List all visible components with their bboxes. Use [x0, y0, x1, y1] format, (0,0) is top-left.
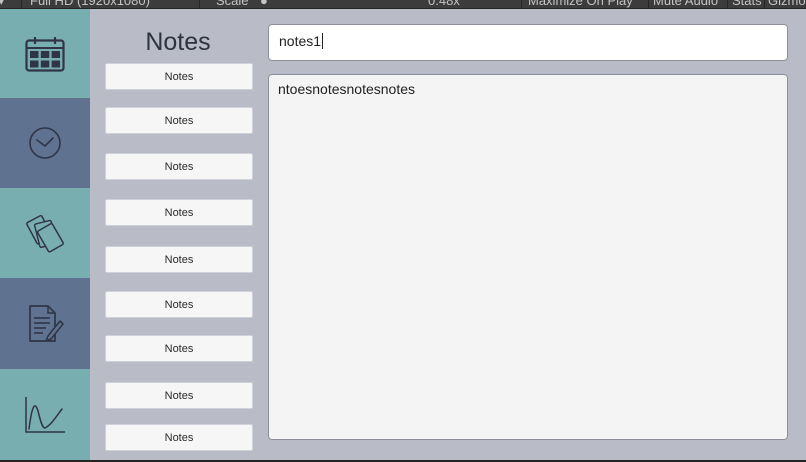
note-list-item[interactable]: Notes — [105, 246, 253, 273]
note-editor: notes1 ntoesnotesnotesnotes — [262, 9, 806, 460]
graph-icon — [25, 396, 65, 433]
stats-toggle[interactable]: Stats — [732, 0, 762, 8]
scale-value: 0.48x — [428, 0, 460, 8]
nav-stats[interactable] — [0, 369, 90, 460]
notes-list-panel: Notes Notes Notes Notes Notes Notes Note… — [90, 9, 262, 460]
resolution-dropdown[interactable]: Full HD (1920x1080) — [30, 0, 150, 8]
note-list-item[interactable]: Notes — [105, 291, 253, 318]
note-list-item[interactable]: Notes — [105, 382, 253, 409]
text-caret — [322, 33, 324, 49]
toolbar-fragment: ▾ — [0, 0, 5, 8]
note-title-value: notes1 — [279, 33, 322, 49]
note-list-item[interactable]: Notes — [105, 153, 253, 180]
maximize-on-play-toggle[interactable]: Maximize On Play — [528, 0, 633, 8]
editor-toolbar: ▾ Full HD (1920x1080) Scale ● 0.48x Maxi… — [0, 0, 806, 9]
gizmos-dropdown[interactable]: Gizmos — [768, 0, 806, 8]
note-list-item[interactable]: Notes — [105, 199, 253, 226]
calendar-icon — [25, 36, 65, 72]
note-body-value: ntoesnotesnotesnotes — [278, 81, 415, 97]
note-list-item[interactable]: Notes — [105, 335, 253, 362]
nav-clock[interactable] — [0, 98, 90, 188]
clock-icon — [29, 127, 61, 159]
mute-audio-toggle[interactable]: Mute Audio — [653, 0, 718, 8]
note-list-item[interactable]: Notes — [105, 107, 253, 134]
note-title-input[interactable]: notes1 — [268, 24, 788, 61]
scale-slider-knob[interactable]: ● — [260, 0, 268, 8]
nav-notes[interactable] — [0, 278, 90, 369]
scale-label: Scale — [216, 0, 249, 8]
side-navigation — [0, 9, 90, 460]
note-list-item[interactable]: Notes — [105, 424, 253, 451]
note-body-textarea[interactable]: ntoesnotesnotesnotes — [268, 74, 788, 440]
nav-cards[interactable] — [0, 188, 90, 278]
notes-list-title: Notes — [145, 28, 211, 56]
note-list-item[interactable]: Notes — [105, 63, 253, 90]
nav-calendar[interactable] — [0, 9, 90, 98]
notes-edit-icon — [29, 304, 64, 342]
game-view: Notes Notes Notes Notes Notes Notes Note… — [0, 9, 806, 460]
cards-icon — [26, 214, 64, 253]
